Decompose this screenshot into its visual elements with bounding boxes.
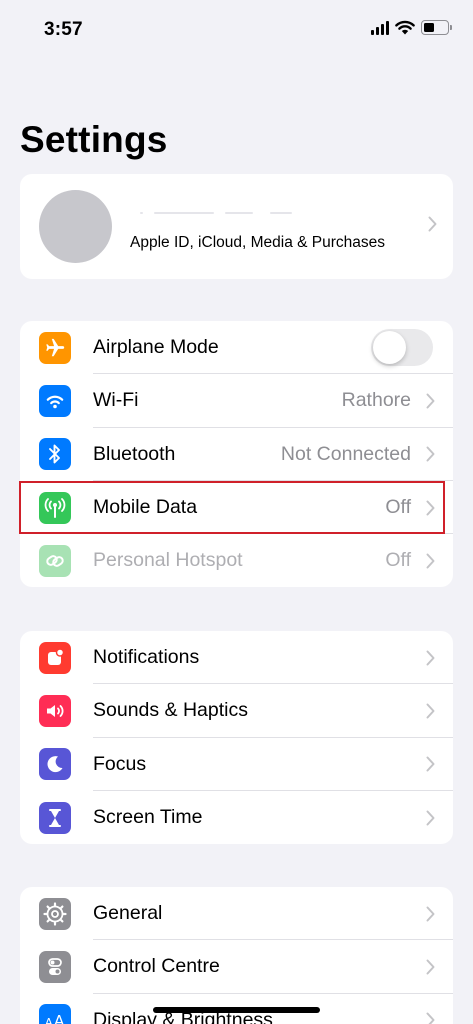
chevron-right-icon bbox=[426, 650, 435, 666]
hotspot-status: Off bbox=[385, 549, 411, 572]
bell-icon-box bbox=[39, 641, 71, 674]
hourglass-icon-box bbox=[39, 801, 71, 834]
toggles-icon bbox=[48, 958, 62, 975]
bluetooth-icon bbox=[49, 444, 60, 464]
settings-row-screen-time[interactable]: Screen Time bbox=[20, 791, 453, 844]
row-label: Bluetooth bbox=[93, 442, 176, 465]
bell-icon bbox=[48, 647, 65, 665]
speaker-icon-box bbox=[39, 694, 71, 727]
notifications-group: Notifications Sounds & Haptics Focus Scr… bbox=[20, 631, 453, 845]
svg-text:A: A bbox=[45, 1016, 53, 1024]
chevron-right-icon bbox=[426, 906, 435, 922]
link-icon bbox=[46, 554, 64, 567]
settings-row-notifications[interactable]: Notifications bbox=[20, 631, 453, 685]
cellular-signal-icon bbox=[371, 20, 389, 35]
chevron-right-icon bbox=[426, 446, 435, 462]
toggle-knob bbox=[373, 331, 406, 365]
chevron-right-icon bbox=[426, 756, 435, 772]
chevron-right-icon bbox=[426, 500, 435, 516]
settings-row-focus[interactable]: Focus bbox=[20, 738, 453, 791]
toggles-icon-box bbox=[39, 950, 71, 983]
mobile-data-status: Off bbox=[385, 496, 411, 519]
avatar bbox=[39, 190, 112, 263]
speaker-icon bbox=[47, 704, 64, 717]
settings-row-bluetooth[interactable]: Bluetooth Not Connected bbox=[20, 428, 453, 481]
bluetooth-status: Not Connected bbox=[280, 442, 411, 465]
wifi-icon bbox=[395, 20, 415, 35]
chevron-right-icon bbox=[428, 216, 437, 232]
row-label: Notifications bbox=[93, 646, 200, 669]
settings-screen: 3:57 Settings Apple ID, iCloud, Media & … bbox=[0, 0, 473, 1024]
general-group: General Control Centre A A Display & Bri… bbox=[20, 887, 453, 1024]
text-size-icon: A A bbox=[45, 1012, 65, 1024]
wifi-icon-box bbox=[39, 384, 71, 417]
row-label: Control Centre bbox=[93, 955, 220, 978]
row-label: Airplane Mode bbox=[93, 336, 219, 359]
svg-text:A: A bbox=[54, 1012, 65, 1024]
row-label: Wi-Fi bbox=[93, 389, 139, 412]
wifi-network-name: Rathore bbox=[341, 389, 411, 412]
chevron-right-icon bbox=[426, 959, 435, 975]
status-bar: 3:57 bbox=[0, 0, 473, 60]
page-title: Settings bbox=[20, 119, 168, 160]
row-label: Mobile Data bbox=[93, 496, 198, 519]
row-label: Screen Time bbox=[93, 806, 203, 829]
chevron-right-icon bbox=[426, 1012, 435, 1024]
bluetooth-icon-box bbox=[39, 438, 71, 471]
hourglass-icon bbox=[49, 808, 61, 827]
profile-subtitle: Apple ID, iCloud, Media & Purchases bbox=[130, 234, 386, 251]
status-icons bbox=[371, 20, 452, 35]
text-size-icon-box: A A bbox=[39, 1004, 71, 1024]
settings-row-general[interactable]: General bbox=[20, 887, 453, 941]
settings-row-control-centre[interactable]: Control Centre bbox=[20, 940, 453, 994]
settings-row-mobile-data[interactable]: Mobile Data Off bbox=[20, 481, 453, 535]
wifi-icon bbox=[46, 395, 64, 409]
moon-icon-box bbox=[39, 748, 71, 781]
battery-level bbox=[424, 23, 434, 32]
link-icon-box bbox=[39, 544, 71, 577]
settings-row-personal-hotspot[interactable]: Personal Hotspot Off bbox=[20, 534, 453, 587]
moon-icon bbox=[47, 756, 63, 773]
settings-row-wifi[interactable]: Wi-Fi Rathore bbox=[20, 374, 453, 428]
gear-icon-box bbox=[39, 897, 71, 930]
airplane-icon bbox=[46, 338, 65, 356]
gear-icon bbox=[43, 902, 67, 926]
chevron-right-icon bbox=[426, 393, 435, 409]
settings-row-sounds-haptics[interactable]: Sounds & Haptics bbox=[20, 684, 453, 738]
chevron-right-icon bbox=[426, 703, 435, 719]
apple-id-card[interactable]: Apple ID, iCloud, Media & Purchases bbox=[20, 174, 453, 279]
status-time: 3:57 bbox=[44, 19, 83, 40]
row-label: Personal Hotspot bbox=[93, 549, 243, 572]
home-indicator[interactable] bbox=[153, 1007, 320, 1013]
chevron-right-icon bbox=[426, 810, 435, 826]
profile-name-redacted bbox=[130, 208, 300, 218]
chevron-right-icon bbox=[426, 553, 435, 569]
antenna-icon-box bbox=[39, 491, 71, 524]
antenna-icon bbox=[44, 497, 66, 518]
connectivity-group: Airplane Mode Wi-Fi Rathore Bluetooth No… bbox=[20, 321, 453, 588]
airplane-icon-box bbox=[39, 331, 71, 364]
row-label: Focus bbox=[93, 752, 147, 775]
row-label: General bbox=[93, 902, 163, 925]
row-label: Sounds & Haptics bbox=[93, 699, 249, 722]
settings-row-airplane-mode[interactable]: Airplane Mode bbox=[20, 321, 453, 375]
battery-icon bbox=[421, 20, 452, 35]
airplane-mode-toggle[interactable] bbox=[371, 329, 433, 367]
